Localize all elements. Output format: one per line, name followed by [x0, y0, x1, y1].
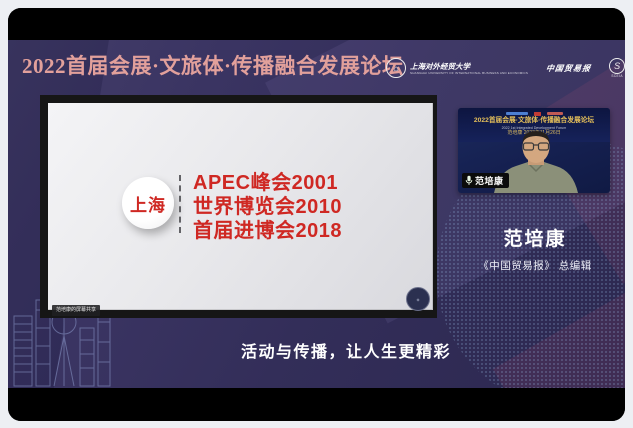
shanghai-badge: 上海: [122, 177, 174, 229]
speaker-video-tile[interactable]: 2022首届会展·文旅体·传播融合发展论坛 2022 1st Integrate…: [458, 108, 610, 193]
letterbox-top: [8, 8, 625, 40]
speaker-job-title: 《中国贸易报》 总编辑: [440, 258, 625, 273]
mic-name-label: 范培康: [462, 173, 509, 188]
dotted-divider: [179, 175, 181, 233]
banner-title: 2022首届会展·文旅体·传播融合发展论坛: [461, 117, 607, 125]
speaker-name: 范培康: [450, 224, 620, 251]
newspaper-name: 中国贸易报: [545, 63, 592, 74]
meeting-window: 2022首届会展·文旅体·传播融合发展论坛 ⌂ 上海对外经贸大学 SHANGHA…: [8, 8, 625, 421]
university-logo: ⌂ 上海对外经贸大学 SHANGHAI UNIVERSITY OF INTERN…: [386, 58, 528, 78]
banner-logo-flag: [534, 112, 541, 116]
stream-stage: 2022首届会展·文旅体·传播融合发展论坛 ⌂ 上海对外经贸大学 SHANGHA…: [8, 40, 625, 388]
slide-line-ciie: 首届进博会2018: [193, 219, 342, 243]
association-abbr: SCEIA: [609, 74, 625, 78]
university-name-en: SHANGHAI UNIVERSITY OF INTERNATIONAL BUS…: [410, 71, 528, 75]
microphone-icon: [465, 175, 473, 186]
banner-logo-university: [506, 112, 528, 115]
slide-line-apec: APEC峰会2001: [193, 171, 342, 195]
mic-label-name: 范培康: [475, 174, 504, 187]
tagline: 活动与传播，让人生更精彩: [178, 338, 514, 362]
forum-title: 2022首届会展·文旅体·传播融合发展论坛: [22, 50, 404, 80]
screen-share-label: 范培康的屏幕共享: [52, 305, 100, 316]
banner-logos: [458, 108, 610, 117]
screen-share-frame: 上海 APEC峰会2001 世界博览会2010 首届进博会2018 ◈: [40, 95, 437, 318]
newspaper-logo: 中国贸易报: [546, 63, 591, 74]
partner-logos: ⌂ 上海对外经贸大学 SHANGHAI UNIVERSITY OF INTERN…: [386, 54, 622, 82]
university-seal-icon: ⌂: [386, 58, 406, 78]
presentation-slide: 上海 APEC峰会2001 世界博览会2010 首届进博会2018 ◈: [48, 103, 433, 310]
screenshot-root: { "header": { "title": "2022首届会展·文旅体·传播融…: [0, 0, 633, 428]
association-s-icon: S: [609, 58, 625, 74]
letterbox-bottom: [8, 388, 625, 421]
banner-logo-newspaper: [547, 112, 563, 115]
slide-line-expo: 世界博览会2010: [193, 195, 342, 219]
association-logo: S SCEIA 上海市会展行业协会 Shanghai Convention & …: [609, 58, 625, 78]
slide-text-block: APEC峰会2001 世界博览会2010 首届进博会2018: [193, 171, 342, 243]
university-name: 上海对外经贸大学: [410, 62, 528, 71]
slide-watermark-badge: ◈: [406, 287, 430, 311]
